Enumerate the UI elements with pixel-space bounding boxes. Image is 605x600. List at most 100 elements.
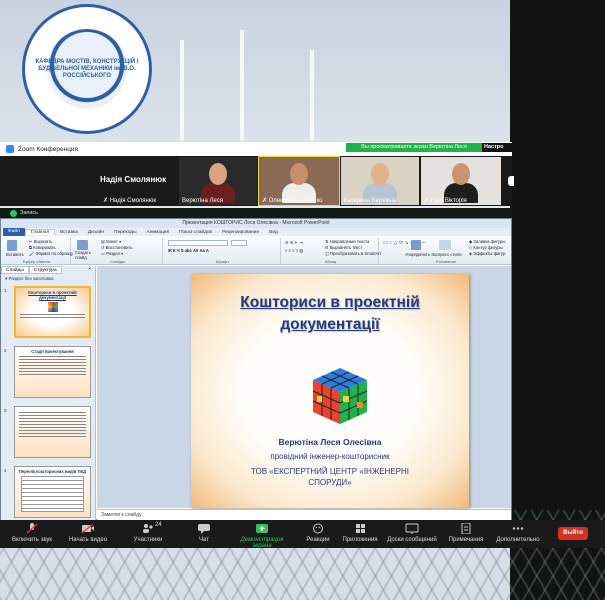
- start-video-button[interactable]: Начать видео: [58, 523, 118, 543]
- share-screen-icon: [256, 524, 268, 533]
- slide-role: провідний інженер-кошторисник: [270, 452, 390, 461]
- participant-tile[interactable]: ✗ Гура Вікторія: [421, 157, 501, 205]
- tab-animation[interactable]: Анимация: [142, 230, 175, 235]
- record-label[interactable]: Запись: [20, 210, 38, 216]
- tab-outline[interactable]: Структура: [28, 266, 62, 274]
- quick-styles-button[interactable]: Экспресс-стили: [431, 252, 462, 257]
- apps-button[interactable]: Приложения: [330, 523, 390, 543]
- font-label: Шрифт: [215, 259, 230, 264]
- chat-button[interactable]: Чат: [174, 523, 234, 543]
- shape-effects-button[interactable]: ◈ Эффекты фигур: [469, 251, 505, 256]
- unmute-button[interactable]: Включить звук: [2, 523, 62, 543]
- bridge-tower: [240, 30, 244, 140]
- participants-count: 24: [155, 522, 162, 528]
- active-speaker-name: Надія Смолянюк: [100, 175, 167, 184]
- clipboard-label: Буфер обмена: [22, 259, 51, 264]
- view-options-button[interactable]: Настро: [482, 143, 512, 152]
- participants-button[interactable]: Участники: [118, 523, 178, 543]
- rubiks-cube-image: [312, 368, 368, 424]
- font-group: Ж К Ч S abc AV Aa A Шрифт: [165, 238, 281, 264]
- share-screen-button[interactable]: Демонстрация экрана: [232, 523, 292, 549]
- participant-name: ✗ Гура Вікторія: [424, 198, 467, 204]
- paste-button[interactable]: Вставить: [6, 252, 24, 257]
- reset-button[interactable]: ↺ Восстановить: [101, 245, 133, 250]
- tab-slideshow[interactable]: Показ слайдов: [174, 230, 217, 235]
- thumbnail-number: 3: [4, 408, 7, 413]
- slide-organization: ТОВ «ЕКСПЕРТНИЙ ЦЕНТР «ІНЖЕНЕРНІ СПОРУДИ…: [251, 467, 409, 487]
- slide-editor: Кошториси в проектній документації Верют…: [97, 266, 511, 508]
- tab-slides[interactable]: Слайды: [1, 266, 29, 274]
- slide-thumbnail[interactable]: Перелік кошторисних видів ПКД: [14, 466, 91, 518]
- font-size-combo[interactable]: [231, 240, 247, 246]
- thumbnail-title: Стадії проектування: [31, 349, 74, 354]
- reactions-icon: [313, 523, 323, 534]
- participant-name: ✗ Надія Смолянюк: [103, 198, 156, 204]
- logo-text: КАФЕДРА МОСТІВ, КОНСТРУКЦІЙ І БУДІВЕЛЬНО…: [35, 59, 139, 79]
- shape-outline-button[interactable]: ◇ Контур фигуры: [469, 245, 503, 250]
- slide-thumbnail[interactable]: Стадії проектування: [14, 346, 91, 398]
- notes-button[interactable]: Примечания: [436, 523, 496, 543]
- participant-tile[interactable]: Верютіна Леся: [179, 157, 257, 205]
- slides-pane: Слайды Структура × ▾ Раздел без заголовк…: [1, 266, 96, 520]
- participant-tile[interactable]: Катерина Бережна: [341, 157, 419, 205]
- text-direction-button[interactable]: ⇅ Направление текста: [325, 239, 369, 244]
- smartart-button[interactable]: ◫ Преобразовать в SmartArt: [325, 251, 381, 256]
- mic-muted-icon: [26, 523, 38, 534]
- slide-thumbnail[interactable]: Кошториси в проектній документації: [14, 286, 91, 338]
- current-slide[interactable]: Кошториси в проектній документації Верют…: [191, 274, 469, 508]
- ppt-ribbon-tabs: Файл Главная Вставка Дизайн Переходы Ани…: [1, 228, 511, 236]
- participant-name: ✗ Олексій Сланченко: [262, 198, 323, 204]
- new-slide-icon[interactable]: [77, 240, 88, 250]
- participant-name: Катерина Бережна: [344, 198, 397, 204]
- slides-label: Слайды: [110, 259, 125, 264]
- more-button[interactable]: Дополнительно: [488, 523, 548, 543]
- section-button[interactable]: ▭ Раздел ▾: [101, 251, 123, 256]
- close-pane-icon[interactable]: ×: [84, 266, 95, 274]
- slide-author: Верютіна Леся Олесівна: [278, 437, 382, 447]
- slide-thumbnail[interactable]: [14, 406, 91, 458]
- format-buttons-row[interactable]: Ж К Ч S abc AV Aa A: [168, 248, 209, 253]
- recording-dot-icon: [10, 209, 17, 217]
- tab-home[interactable]: Главная: [24, 229, 56, 235]
- thumbnail-lines: [16, 314, 89, 318]
- participant-face: [371, 163, 389, 185]
- shape-fill-button[interactable]: ◆ Заливка фигуры: [469, 239, 505, 244]
- recording-strip: Запись: [0, 208, 512, 218]
- list-buttons[interactable]: ☰ ☰ ⇤ ⇥: [285, 240, 303, 245]
- tab-file[interactable]: Файл: [3, 228, 25, 236]
- font-name-combo[interactable]: [168, 240, 228, 246]
- leave-button[interactable]: Выйти: [558, 527, 588, 540]
- tab-insert[interactable]: Вставка: [55, 230, 83, 235]
- quick-styles-icon[interactable]: [439, 240, 451, 250]
- layout-button[interactable]: ▤ Макет ▾: [101, 239, 121, 244]
- arrange-icon[interactable]: [411, 240, 421, 250]
- participant-face: [452, 163, 470, 185]
- zoom-toolbar: Включить звук Начать видео Участники 24 …: [0, 520, 605, 549]
- whiteboard-button[interactable]: Доски сообщений: [382, 523, 442, 543]
- clipboard-group: Вставить ✂ Вырезать ⧉ Копировать 🖌 Форма…: [3, 238, 73, 264]
- gallery-next-icon[interactable]: [508, 176, 514, 186]
- thumbnail-title: Кошториси в проектній документації: [28, 290, 77, 300]
- apps-icon: [356, 524, 365, 533]
- tab-review[interactable]: Рецензирование: [217, 230, 264, 235]
- format-painter-button[interactable]: 🖌 Формат по образцу: [29, 251, 73, 257]
- copy-button[interactable]: ⧉ Копировать: [29, 245, 56, 250]
- thumbnail-number: 1: [4, 288, 7, 293]
- chat-icon: [198, 524, 210, 534]
- align-buttons[interactable]: ≡ ≡ ≡ ≡ ▥: [285, 248, 303, 253]
- arrange-button[interactable]: Упорядочить: [405, 252, 430, 257]
- bridge-tower: [180, 40, 184, 140]
- whiteboard-icon: [405, 523, 419, 534]
- tab-transitions[interactable]: Переходы: [109, 230, 142, 235]
- notes-field[interactable]: Заметки к слайду: [97, 509, 511, 520]
- slide-title: Кошториси в проектній документації: [240, 294, 420, 333]
- section-header[interactable]: ▾ Раздел без заголовка: [1, 274, 95, 284]
- paste-icon[interactable]: [7, 240, 17, 251]
- align-text-button[interactable]: ⊟ Выровнять текст: [325, 245, 362, 250]
- cut-button[interactable]: ✂ Вырезать: [29, 239, 52, 244]
- participant-name: Верютіна Леся: [182, 198, 223, 204]
- tab-view[interactable]: Вид: [264, 230, 283, 235]
- participant-tile-speaking[interactable]: ✗ Олексій Сланченко: [258, 156, 340, 206]
- viewing-screen-banner: Вы просматриваете экран Верютіна Леся: [346, 143, 482, 152]
- tab-design[interactable]: Дизайн: [83, 230, 109, 235]
